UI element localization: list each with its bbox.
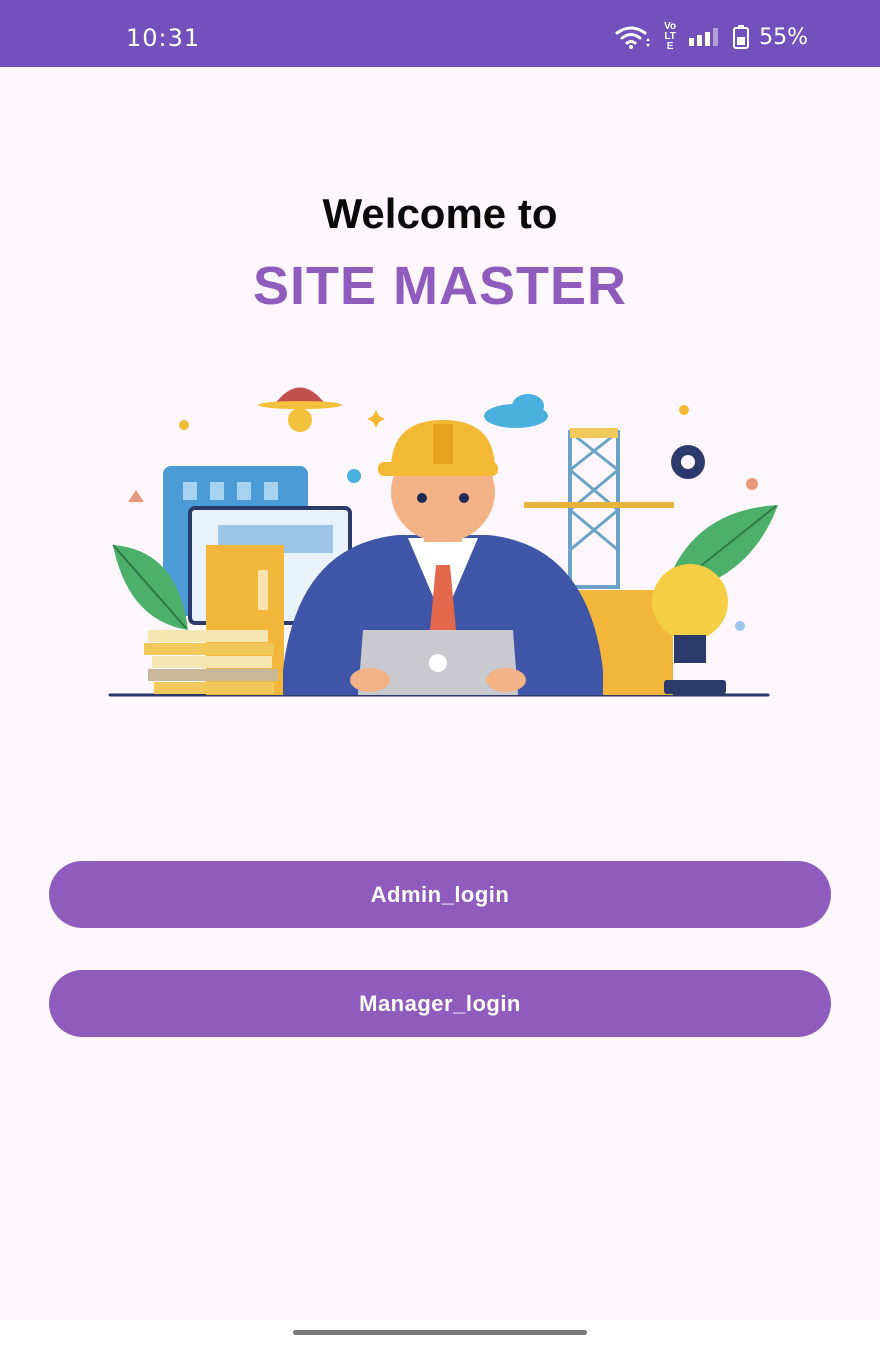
volte-label: Vo LTE — [664, 21, 677, 52]
home-indicator[interactable] — [293, 1330, 587, 1335]
wifi-icon — [615, 26, 651, 49]
status-icons: Vo LTE 55% — [615, 22, 808, 52]
app-name-title: SITE MASTER — [252, 256, 628, 316]
engineer-illustration — [108, 387, 778, 697]
battery-icon — [733, 25, 750, 49]
battery-percentage: 55% — [759, 24, 808, 50]
status-bar: 10:31 Vo LTE 55% — [0, 0, 880, 67]
status-time: 10:31 — [126, 24, 201, 52]
admin-login-button[interactable]: Admin_login — [49, 861, 831, 928]
signal-icon — [689, 28, 719, 46]
volte-icon: Vo LTE — [661, 22, 679, 52]
welcome-heading: Welcome to — [322, 190, 558, 237]
manager-login-button[interactable]: Manager_login — [49, 970, 831, 1037]
